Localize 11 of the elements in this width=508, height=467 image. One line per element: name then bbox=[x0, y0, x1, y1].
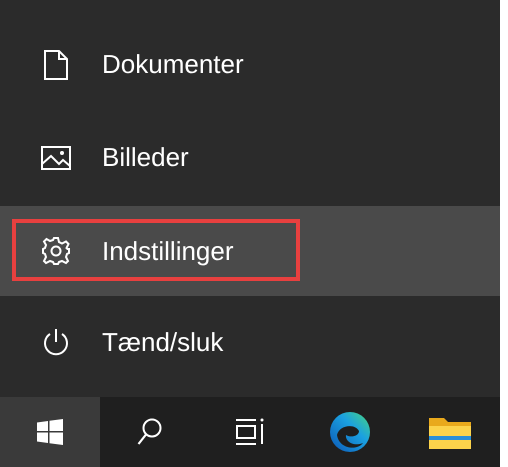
menu-item[interactable]: Dokumenter bbox=[0, 18, 500, 111]
settings-icon bbox=[40, 236, 72, 266]
task-view-icon bbox=[234, 418, 266, 446]
browser-icon bbox=[329, 411, 371, 453]
image-icon bbox=[40, 146, 72, 170]
menu-item[interactable]: Tænd/sluk bbox=[0, 296, 500, 389]
taskbar-button[interactable] bbox=[0, 397, 100, 467]
search-icon bbox=[137, 418, 163, 446]
menu-item[interactable]: Indstillinger bbox=[0, 206, 500, 296]
windows-logo-icon bbox=[37, 419, 63, 445]
menu-item[interactable]: Billeder bbox=[0, 111, 500, 204]
